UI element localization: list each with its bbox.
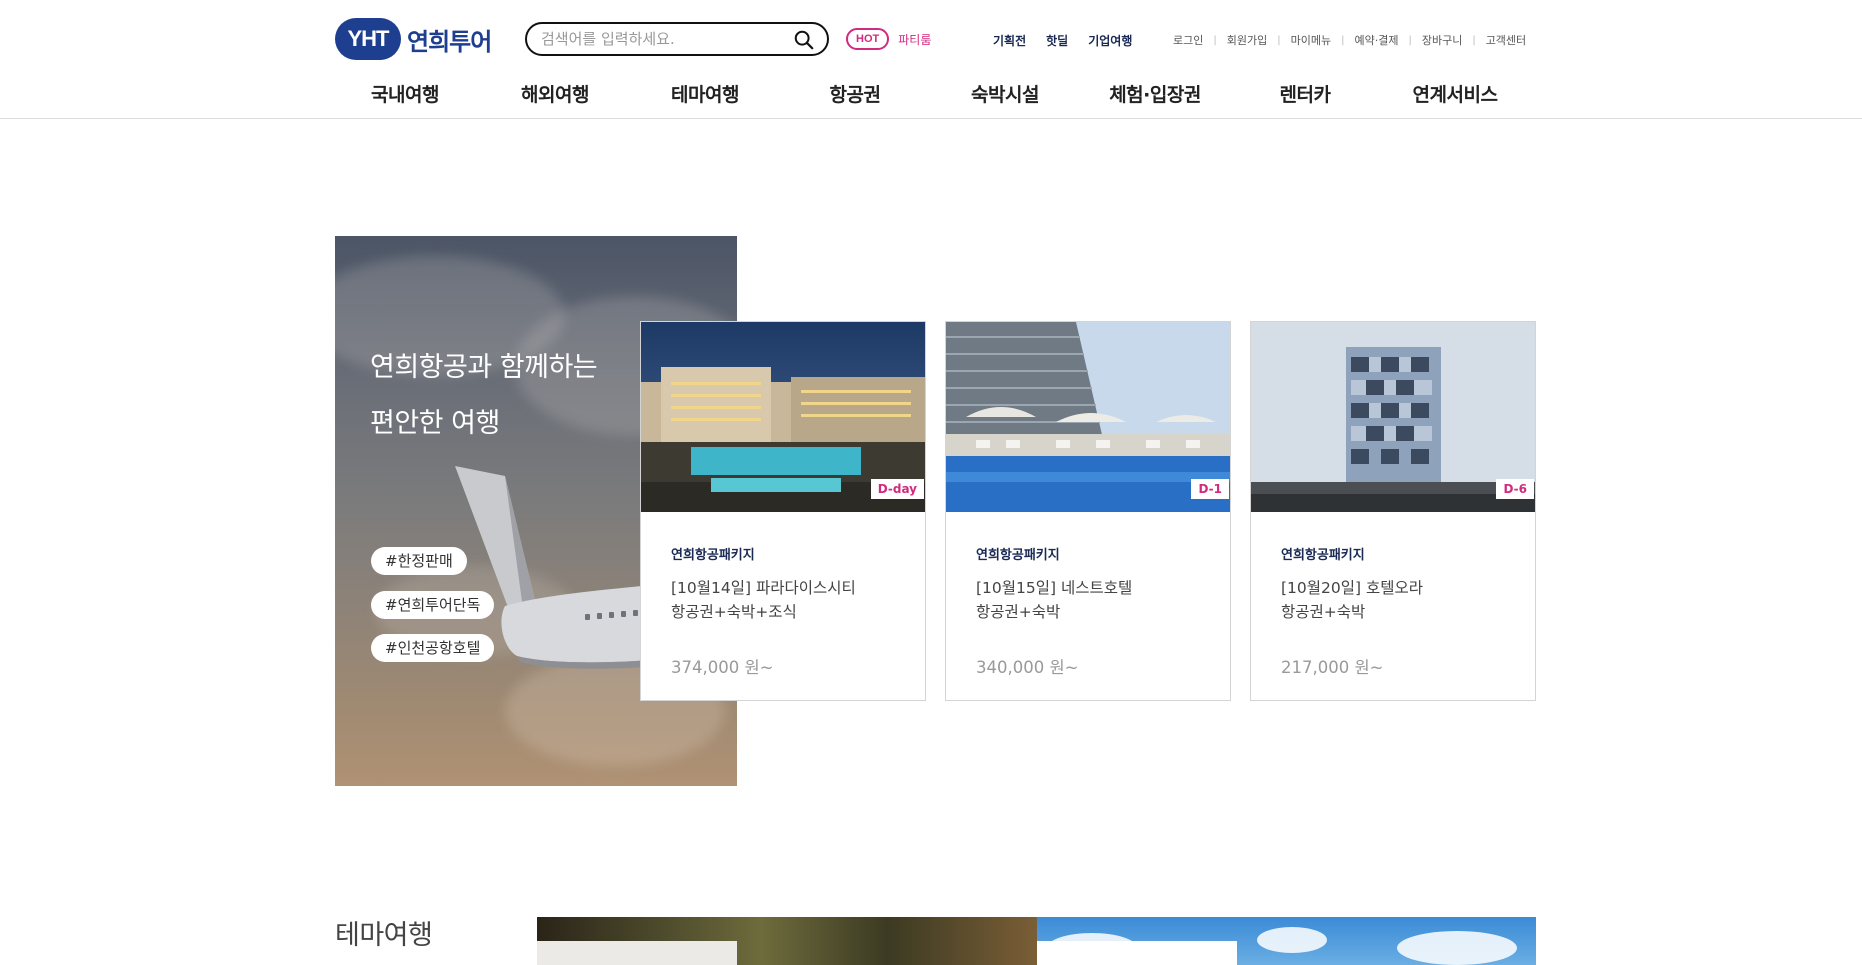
search-box — [525, 22, 829, 56]
card-price: 340,000 원~ — [976, 658, 1079, 677]
reservation-link[interactable]: 예약·결제 — [1354, 32, 1398, 48]
search-icon[interactable] — [793, 29, 815, 51]
cart-link[interactable]: 장바구니 — [1422, 32, 1462, 48]
nav-theme-travel[interactable]: 테마여행 — [635, 80, 775, 107]
product-image-paradise-city: D-day — [641, 322, 925, 512]
product-image-hotel-aura: D-6 — [1251, 322, 1535, 512]
quick-link-exhibition[interactable]: 기획전 — [993, 32, 1026, 49]
site-logo[interactable]: YHT 연희투어 — [335, 18, 492, 60]
card-title-line1: [10월20일] 호텔오라 — [1281, 579, 1424, 597]
separator: | — [1277, 34, 1281, 46]
card-title: [10월20일] 호텔오라 항공권+숙박 — [1281, 576, 1521, 624]
utility-links: 로그인 | 회원가입 | 마이메뉴 | 예약·결제 | 장바구니 | 고객센터 — [1173, 32, 1526, 48]
nav-accommodation[interactable]: 숙박시설 — [935, 80, 1075, 107]
card-title-line1: [10월14일] 파라다이스시티 — [671, 579, 856, 597]
tag-limited-sale[interactable]: #한정판매 — [371, 547, 467, 575]
separator: | — [1472, 34, 1476, 46]
signup-link[interactable]: 회원가입 — [1227, 32, 1267, 48]
card-category: 연희항공패키지 — [1281, 548, 1365, 563]
hot-label: 파티룸 — [898, 32, 932, 47]
card-title: [10월15일] 네스트호텔 항공권+숙박 — [976, 576, 1216, 624]
card-title-line2: 항공권+숙박+조식 — [671, 603, 797, 621]
promo-title: 연희항공과 함께하는 편안한 여행 — [370, 340, 598, 452]
nav-rentcar[interactable]: 렌터카 — [1235, 80, 1375, 107]
quick-links: 기획전 핫딜 기업여행 — [993, 32, 1152, 49]
hot-badge: HOT — [846, 28, 890, 50]
tag-airport-hotel[interactable]: #인천공항호텔 — [371, 634, 495, 662]
logo-badge: YHT — [335, 18, 401, 60]
nav-domestic-travel[interactable]: 국내여행 — [335, 80, 475, 107]
separator: | — [1213, 34, 1217, 46]
card-price: 217,000 원~ — [1281, 658, 1384, 677]
dday-badge: D-1 — [1191, 479, 1229, 499]
product-image-nest-hotel: D-1 — [946, 322, 1230, 512]
promo-title-line2: 편안한 여행 — [370, 408, 500, 439]
product-card[interactable]: D-6 연희항공패키지 [10월20일] 호텔오라 항공권+숙박 217,000… — [1250, 321, 1536, 701]
card-title-line2: 항공권+숙박 — [976, 603, 1061, 621]
dday-badge: D-6 — [1496, 479, 1534, 499]
theme-image-sky[interactable] — [1037, 917, 1536, 965]
dday-badge: D-day — [870, 479, 924, 499]
nav-experience-tickets[interactable]: 체험·입장권 — [1085, 80, 1225, 107]
card-title: [10월14일] 파라다이스시티 항공권+숙박+조식 — [671, 576, 911, 624]
separator: | — [1408, 34, 1412, 46]
logo-text: 연희투어 — [407, 27, 492, 56]
product-card[interactable]: D-day 연희항공패키지 [10월14일] 파라다이스시티 항공권+숙박+조식… — [640, 321, 926, 701]
tag-exclusive[interactable]: #연희투어단독 — [371, 591, 495, 619]
nav-air-tickets[interactable]: 항공권 — [785, 80, 925, 107]
theme-card-overlay — [537, 941, 737, 965]
theme-image-forest[interactable] — [537, 917, 1037, 965]
customer-center-link[interactable]: 고객센터 — [1486, 32, 1526, 48]
main-navigation: 국내여행 해외여행 테마여행 항공권 숙박시설 체험·입장권 렌터카 연계서비스 — [335, 80, 1535, 112]
separator: | — [1341, 34, 1345, 46]
search-input[interactable] — [541, 28, 781, 50]
login-link[interactable]: 로그인 — [1173, 32, 1203, 48]
theme-section-title: 테마여행 — [335, 920, 433, 951]
promo-title-line1: 연희항공과 함께하는 — [370, 352, 598, 383]
card-price: 374,000 원~ — [671, 658, 774, 677]
hot-partyroom-link[interactable]: HOT 파티룸 — [846, 28, 931, 50]
card-title-line2: 항공권+숙박 — [1281, 603, 1366, 621]
card-category: 연희항공패키지 — [671, 548, 755, 563]
mymenu-link[interactable]: 마이메뉴 — [1291, 32, 1331, 48]
nav-overseas-travel[interactable]: 해외여행 — [485, 80, 625, 107]
nav-linked-services[interactable]: 연계서비스 — [1385, 80, 1525, 107]
card-title-line1: [10월15일] 네스트호텔 — [976, 579, 1133, 597]
card-category: 연희항공패키지 — [976, 548, 1060, 563]
quick-link-corporate[interactable]: 기업여행 — [1088, 32, 1132, 49]
product-card[interactable]: D-1 연희항공패키지 [10월15일] 네스트호텔 항공권+숙박 340,00… — [945, 321, 1231, 701]
quick-link-hotdeal[interactable]: 핫딜 — [1046, 32, 1068, 49]
site-header: YHT 연희투어 HOT 파티룸 기획전 핫딜 기업여행 로그인 | 회원가입 … — [0, 0, 1862, 119]
theme-card-overlay — [1037, 941, 1237, 965]
